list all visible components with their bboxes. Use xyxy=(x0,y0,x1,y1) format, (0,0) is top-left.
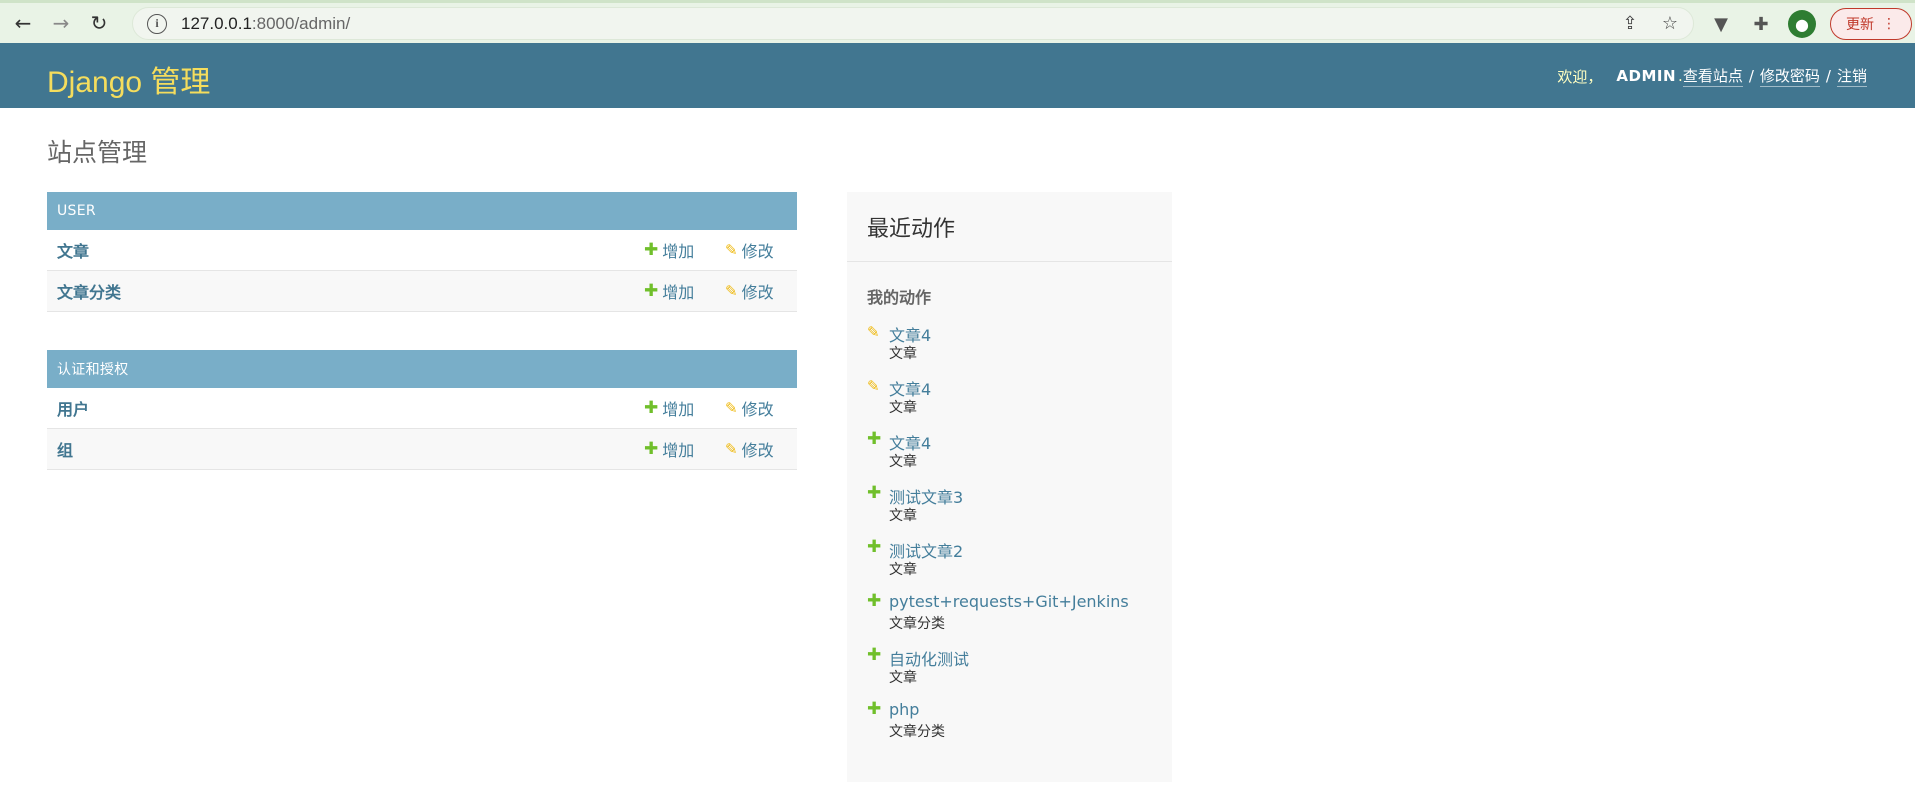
update-label: 更新 xyxy=(1846,17,1874,33)
change-link[interactable]: ✎ 修改 xyxy=(725,238,774,262)
plus-icon: ✚ xyxy=(867,591,882,611)
change-label: 修改 xyxy=(741,283,774,302)
action-item: ✚ 测试文章3 文章 xyxy=(867,483,1172,538)
page-title: 站点管理 xyxy=(47,138,148,167)
add-label: 增加 xyxy=(662,283,695,302)
my-actions-heading: 我的动作 xyxy=(867,288,932,307)
action-content-type: 文章分类 xyxy=(889,616,945,632)
plus-icon: ✚ xyxy=(644,281,659,301)
separator: / xyxy=(1825,67,1831,85)
plus-icon: ✚ xyxy=(867,429,882,449)
module-auth: 认证和授权 用户 ✚ 增加 ✎ 修改 组 ✚ 增加 ✎ 修改 xyxy=(47,350,797,470)
profile-avatar-icon[interactable]: ● xyxy=(1788,10,1816,38)
action-item: ✚ 测试文章2 文章 xyxy=(867,537,1172,592)
pencil-icon: ✎ xyxy=(867,377,880,395)
module-user: USER 文章 ✚ 增加 ✎ 修改 文章分类 ✚ 增加 ✎ 修改 xyxy=(47,192,797,312)
bookmark-star-icon[interactable]: ☆ xyxy=(1659,13,1681,34)
action-content-type: 文章 xyxy=(889,508,917,524)
model-row-article-category: 文章分类 ✚ 增加 ✎ 修改 xyxy=(47,271,797,312)
vue-extension-icon[interactable]: ▼ xyxy=(1708,11,1734,37)
action-item: ✚ 自动化测试 文章 xyxy=(867,645,1172,700)
model-link[interactable]: 文章 xyxy=(57,238,89,262)
welcome-text: 欢迎， xyxy=(1557,67,1603,86)
url-path: :8000/admin/ xyxy=(251,13,351,33)
update-button[interactable]: 更新 ⋮ xyxy=(1830,8,1912,40)
separator: / xyxy=(1748,67,1754,85)
extensions-puzzle-icon[interactable]: ✚ xyxy=(1748,11,1774,37)
pencil-icon: ✎ xyxy=(867,323,880,341)
change-link[interactable]: ✎ 修改 xyxy=(725,437,774,461)
model-link[interactable]: 文章分类 xyxy=(57,279,121,303)
action-content-type: 文章分类 xyxy=(889,724,945,740)
view-site-link[interactable]: 查看站点 xyxy=(1682,65,1743,87)
model-link[interactable]: 组 xyxy=(57,437,73,461)
module-caption[interactable]: 认证和授权 xyxy=(47,350,797,388)
plus-icon: ✚ xyxy=(867,699,882,719)
site-info-icon[interactable]: i xyxy=(147,13,167,34)
add-link[interactable]: ✚ 增加 xyxy=(644,396,694,420)
address-bar[interactable]: i 127.0.0.1:8000/admin/ ⇪ ☆ xyxy=(132,7,1694,40)
action-item: ✚ pytest+requests+Git+Jenkins 文章分类 xyxy=(867,591,1172,646)
module-caption[interactable]: USER xyxy=(47,192,797,230)
model-row-users: 用户 ✚ 增加 ✎ 修改 xyxy=(47,388,797,429)
action-list: ✎ 文章4 文章 ✎ 文章4 文章 ✚ 文章4 文章 ✚ 测试文章3 文章 ✚ 测试文章2 文章 ✚ pytes… xyxy=(847,322,1172,754)
model-link[interactable]: 用户 xyxy=(57,396,89,420)
browser-toolbar: ← → ↻ i 127.0.0.1:8000/admin/ ⇪ ☆ ▼ ✚ ● … xyxy=(0,0,1915,43)
model-row-article: 文章 ✚ 增加 ✎ 修改 xyxy=(47,230,797,271)
action-content-type: 文章 xyxy=(889,454,917,470)
action-content-type: 文章 xyxy=(889,400,917,416)
site-branding[interactable]: Django 管理 xyxy=(47,57,210,101)
plus-icon: ✚ xyxy=(867,537,882,557)
reload-icon[interactable]: ↻ xyxy=(84,8,114,38)
add-link[interactable]: ✚ 增加 xyxy=(644,437,694,461)
url-host: 127.0.0.1 xyxy=(181,13,252,33)
change-password-link[interactable]: 修改密码 xyxy=(1759,65,1820,87)
change-link[interactable]: ✎ 修改 xyxy=(725,279,774,303)
change-label: 修改 xyxy=(741,441,774,460)
plus-icon: ✚ xyxy=(867,483,882,503)
recent-actions-title: 最近动作 xyxy=(847,192,1172,262)
model-row-groups: 组 ✚ 增加 ✎ 修改 xyxy=(47,429,797,470)
pencil-icon: ✎ xyxy=(725,399,738,417)
action-content-type: 文章 xyxy=(889,346,917,362)
plus-icon: ✚ xyxy=(644,398,659,418)
action-item: ✎ 文章4 文章 xyxy=(867,322,1172,376)
plus-icon: ✚ xyxy=(644,240,659,260)
admin-header: Django 管理 欢迎， ADMIN . 查看站点 / 修改密码 / 注销 xyxy=(0,43,1915,108)
action-content-type: 文章 xyxy=(889,562,917,578)
logout-link[interactable]: 注销 xyxy=(1836,65,1867,87)
add-label: 增加 xyxy=(662,242,695,261)
forward-arrow-icon[interactable]: → xyxy=(46,8,76,38)
action-object-link[interactable]: pytest+requests+Git+Jenkins xyxy=(889,592,1129,611)
share-icon[interactable]: ⇪ xyxy=(1619,13,1641,34)
recent-actions-panel: 最近动作 我的动作 ✎ 文章4 文章 ✎ 文章4 文章 ✚ 文章4 文章 ✚ 测试文章3 文章 ✚ 测试文… xyxy=(847,192,1172,782)
change-label: 修改 xyxy=(741,242,774,261)
user-tools: 欢迎， ADMIN . 查看站点 / 修改密码 / 注销 xyxy=(1557,65,1867,87)
change-label: 修改 xyxy=(741,400,774,419)
add-link[interactable]: ✚ 增加 xyxy=(644,238,694,262)
pencil-icon: ✎ xyxy=(725,440,738,458)
add-label: 增加 xyxy=(662,400,695,419)
plus-icon: ✚ xyxy=(867,645,882,665)
action-item: ✚ php 文章分类 xyxy=(867,699,1172,754)
action-item: ✎ 文章4 文章 xyxy=(867,376,1172,430)
kebab-menu-icon: ⋮ xyxy=(1882,16,1896,32)
pencil-icon: ✎ xyxy=(725,282,738,300)
action-content-type: 文章 xyxy=(889,670,917,686)
add-link[interactable]: ✚ 增加 xyxy=(644,279,694,303)
action-item: ✚ 文章4 文章 xyxy=(867,429,1172,484)
pencil-icon: ✎ xyxy=(725,241,738,259)
back-arrow-icon[interactable]: ← xyxy=(8,8,38,38)
change-link[interactable]: ✎ 修改 xyxy=(725,396,774,420)
plus-icon: ✚ xyxy=(644,439,659,459)
username: ADMIN xyxy=(1616,67,1677,85)
add-label: 增加 xyxy=(662,441,695,460)
action-object-link[interactable]: php xyxy=(889,700,919,719)
url-text[interactable]: 127.0.0.1:8000/admin/ xyxy=(181,14,350,34)
